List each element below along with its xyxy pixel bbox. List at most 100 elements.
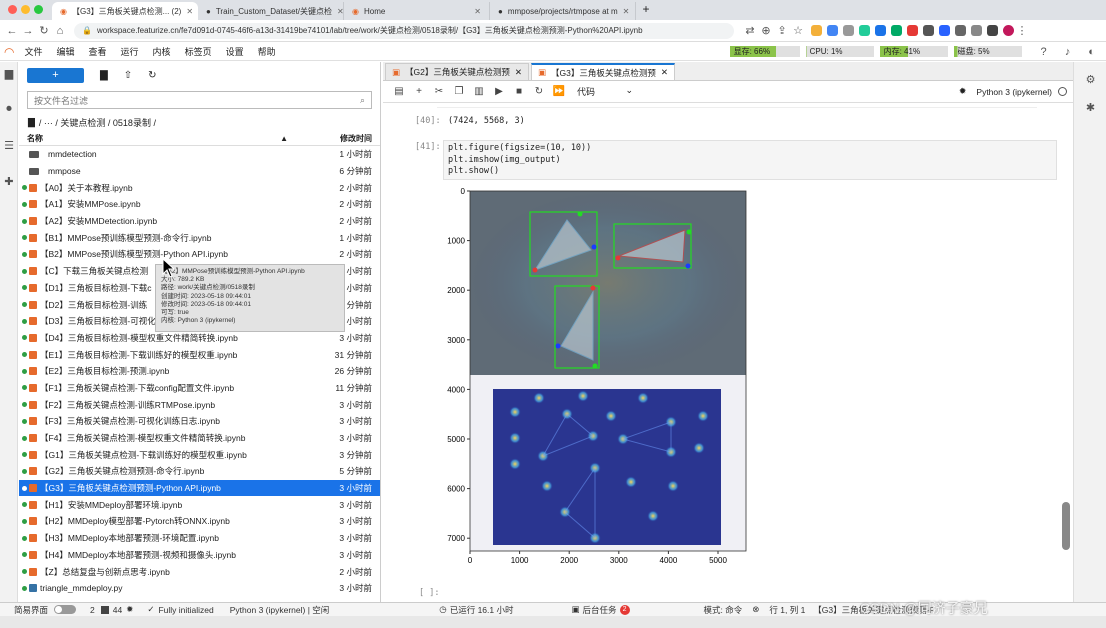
- cut-icon[interactable]: ✂: [429, 86, 449, 97]
- extension-icon[interactable]: [859, 25, 870, 36]
- file-row[interactable]: 【G3】三角板关键点检测预测-Python API.ipynb 3 小时前: [19, 479, 380, 497]
- stop-icon[interactable]: ■: [509, 86, 529, 97]
- menu-settings[interactable]: 设置: [226, 45, 244, 58]
- sidebar-icon[interactable]: [987, 25, 998, 36]
- reload-icon[interactable]: ↻: [36, 24, 52, 37]
- extension-icon[interactable]: [891, 25, 902, 36]
- run-icon[interactable]: ▶: [489, 86, 509, 97]
- file-row[interactable]: 【H1】安装MMDeploy部署环境.ipynb 3 小时前: [19, 496, 380, 513]
- file-row[interactable]: triangle_mmdeploy.py 3 小时前: [19, 580, 380, 597]
- kernel-name[interactable]: Python 3 (ipykernel): [976, 87, 1052, 97]
- back-icon[interactable]: ←: [4, 25, 20, 37]
- background-tasks[interactable]: 后台任务: [583, 604, 617, 616]
- menu-edit[interactable]: 编辑: [57, 45, 75, 58]
- debugger-icon[interactable]: ✱: [1074, 96, 1106, 118]
- file-row[interactable]: mmpose 6 分钟前: [19, 163, 380, 180]
- menu-run[interactable]: 运行: [121, 45, 139, 58]
- theme-icon[interactable]: ◐: [1084, 46, 1100, 58]
- puzzle-icon[interactable]: [971, 25, 982, 36]
- simple-mode-toggle[interactable]: [54, 605, 77, 614]
- kernel-status[interactable]: Python 3 (ipykernel) | 空闲: [230, 604, 330, 616]
- file-row[interactable]: 【Z】总结复盘与创新点思考.ipynb 2 小时前: [19, 563, 380, 580]
- file-row[interactable]: 【B2】MMPose预训练模型预测-Python API.ipynb 2 小时前: [19, 246, 380, 263]
- extension-icon[interactable]: [907, 25, 918, 36]
- forward-icon[interactable]: →: [20, 25, 36, 37]
- file-row[interactable]: 【E1】三角板目标检测-下载训练好的模型权重.ipynb 31 分钟前: [19, 346, 380, 363]
- file-row[interactable]: 【F3】三角板关键点检测-可视化训练日志.ipynb 3 小时前: [19, 413, 380, 430]
- file-row[interactable]: 【F2】三角板关键点检测-训练RTMPose.ipynb 3 小时前: [19, 396, 380, 413]
- close-tab-icon[interactable]: ✕: [623, 7, 630, 16]
- copy-icon[interactable]: ❐: [449, 86, 469, 97]
- extension-icon[interactable]: [875, 25, 886, 36]
- extension-icon[interactable]: [939, 25, 950, 36]
- file-row[interactable]: 【H4】MMDeploy本地部署预测-视频和摄像头.ipynb 3 小时前: [19, 547, 380, 564]
- command-icon[interactable]: ☰: [0, 134, 18, 156]
- breadcrumb-text[interactable]: / ··· / 关键点检测 / 0518录制 /: [39, 116, 156, 129]
- extension-icon[interactable]: [955, 25, 966, 36]
- paste-icon[interactable]: ▥: [469, 86, 489, 97]
- kernel-count[interactable]: 44: [113, 605, 122, 615]
- menu-view[interactable]: 查看: [89, 45, 107, 58]
- zoom-icon[interactable]: ⊕: [758, 24, 774, 37]
- close-tab-icon[interactable]: ✕: [337, 7, 343, 16]
- new-folder-icon[interactable]: ▇: [100, 70, 108, 81]
- filter-input[interactable]: 按文件名过滤 ⌕: [27, 91, 372, 109]
- url-field[interactable]: 🔒 workspace.featurize.cn/fe7d091d-0745-4…: [74, 22, 734, 39]
- file-row[interactable]: 【D4】三角板目标检测-模型权重文件精简转换.ipynb 3 小时前: [19, 330, 380, 347]
- menu-tabs[interactable]: 标签页: [185, 45, 212, 58]
- file-row[interactable]: 【F1】三角板关键点检测-下载config配置文件.ipynb 11 分钟前: [19, 380, 380, 397]
- menu-file[interactable]: 文件: [24, 45, 42, 58]
- minimize-window-icon[interactable]: [21, 5, 30, 14]
- column-modified[interactable]: 修改时间: [340, 133, 372, 144]
- fast-forward-icon[interactable]: ⏩: [549, 86, 569, 97]
- add-cell-icon[interactable]: +: [409, 86, 429, 97]
- close-icon[interactable]: ✕: [515, 67, 522, 78]
- bookmark-icon[interactable]: ☆: [790, 24, 806, 37]
- column-name[interactable]: 名称: [27, 133, 280, 144]
- cell-type-select[interactable]: 代码 ⌄: [577, 85, 633, 98]
- property-inspector-icon[interactable]: ⚙: [1074, 68, 1106, 90]
- file-row[interactable]: 【G2】三角板关键点检测预测-命令行.ipynb 5 分钟前: [19, 463, 380, 480]
- translate-icon[interactable]: ⇄: [742, 24, 758, 37]
- folder-icon[interactable]: ▇: [28, 117, 35, 128]
- tab-g2-notebook[interactable]: ▣ 【G2】三角板关键点检测预 ✕: [385, 63, 529, 80]
- restart-icon[interactable]: ↻: [529, 86, 549, 97]
- close-tab-icon[interactable]: ✕: [186, 7, 193, 16]
- file-row[interactable]: 【H3】MMDeploy本地部署预测-环境配置.ipynb 3 小时前: [19, 530, 380, 547]
- lsp-status[interactable]: Fully initialized: [158, 605, 213, 615]
- file-row[interactable]: 【B1】MMPose预训练模型预测-命令行.ipynb 1 小时前: [19, 229, 380, 246]
- bell-icon[interactable]: ♪: [1060, 46, 1076, 58]
- extension-icon[interactable]: [843, 25, 854, 36]
- help-icon[interactable]: ?: [1036, 46, 1052, 58]
- notebook-scrollbar[interactable]: [1062, 502, 1070, 550]
- file-row[interactable]: 【F4】三角板关键点检测-模型权重文件精简转换.ipynb 3 小时前: [19, 430, 380, 447]
- refresh-icon[interactable]: ↻: [148, 70, 156, 81]
- running-icon[interactable]: ⏺: [0, 98, 18, 120]
- extension-icon[interactable]: ✚: [0, 170, 18, 192]
- file-row[interactable]: 【A1】安装MMPose.ipynb 2 小时前: [19, 196, 380, 213]
- browser-tab-github[interactable]: ● Train_Custom_Dataset/关键点检 ✕: [198, 2, 344, 20]
- maximize-window-icon[interactable]: [34, 5, 43, 14]
- tab-g3-notebook[interactable]: ▣ 【G3】三角板关键点检测预 ✕: [531, 63, 675, 80]
- file-row[interactable]: 【E2】三角板目标检测-预测.ipynb 26 分钟前: [19, 363, 380, 380]
- extension-icon[interactable]: [827, 25, 838, 36]
- cursor-position[interactable]: 行 1, 列 1: [769, 604, 805, 616]
- share-icon[interactable]: ⇪: [774, 24, 790, 37]
- file-row[interactable]: mmdetection 1 小时前: [19, 146, 380, 163]
- code-cell-input[interactable]: plt.figure(figsize=(10, 10)) plt.imshow(…: [443, 140, 1057, 180]
- avatar[interactable]: [1003, 25, 1014, 36]
- close-tab-icon[interactable]: ✕: [474, 7, 481, 16]
- terminal-count[interactable]: 2: [90, 605, 95, 615]
- sort-arrow-icon[interactable]: ▲: [280, 134, 288, 143]
- new-launcher-button[interactable]: +: [27, 67, 84, 83]
- extension-icon[interactable]: [811, 25, 822, 36]
- file-row[interactable]: 【H2】MMDeploy模型部署-Pytorch转ONNX.ipynb 3 小时前: [19, 513, 380, 530]
- file-row[interactable]: 【G1】三角板关键点检测-下载训练好的模型权重.ipynb 3 分钟前: [19, 446, 380, 463]
- gear-icon[interactable]: ✹: [959, 86, 967, 97]
- file-row[interactable]: 【A0】关于本教程.ipynb 2 小时前: [19, 179, 380, 196]
- file-row[interactable]: 【A2】安装MMDetection.ipynb 2 小时前: [19, 213, 380, 230]
- menu-kernel[interactable]: 内核: [153, 45, 171, 58]
- menu-icon[interactable]: ⋮: [1014, 24, 1030, 37]
- browser-tab-home[interactable]: ◉ Home ✕: [344, 2, 490, 20]
- close-window-icon[interactable]: [8, 5, 17, 14]
